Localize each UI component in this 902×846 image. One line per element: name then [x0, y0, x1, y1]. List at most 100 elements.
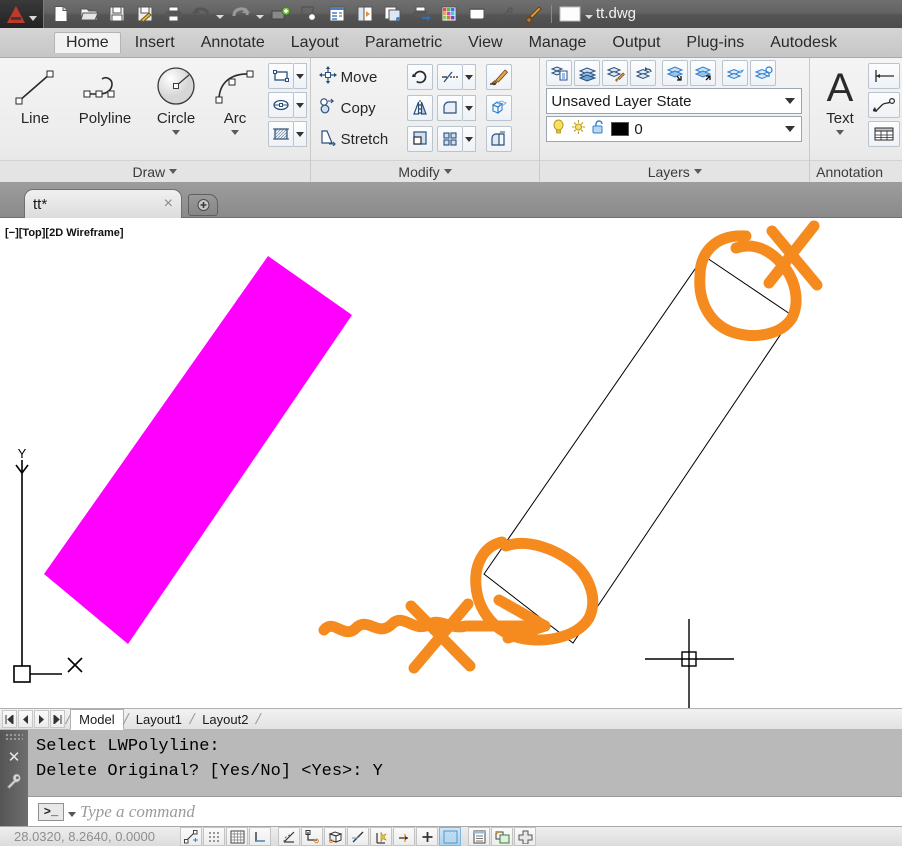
draw-line-button[interactable]: Line — [4, 61, 66, 127]
layout-nav-last[interactable] — [50, 710, 65, 728]
draw-circle-button[interactable]: Circle — [144, 61, 208, 135]
draw-rectangle-button[interactable] — [268, 63, 294, 89]
dimension-icon[interactable] — [868, 63, 900, 89]
draw-hatch-button[interactable] — [268, 121, 294, 147]
ortho-mode-icon[interactable] — [249, 827, 271, 846]
tab-home[interactable]: Home — [54, 32, 121, 53]
layout-nav-next[interactable] — [34, 710, 49, 728]
tab-insert[interactable]: Insert — [123, 33, 187, 53]
draw-circle-dropdown-icon[interactable] — [172, 130, 180, 135]
sheetset-manager-icon[interactable] — [380, 2, 406, 26]
3d-object-snap-icon[interactable] — [324, 827, 346, 846]
current-layer-combobox[interactable]: 0 — [546, 116, 803, 142]
tab-manage[interactable]: Manage — [517, 33, 599, 53]
command-input-row[interactable]: >_ Type a command — [28, 796, 902, 826]
plot-preview-icon[interactable] — [408, 2, 434, 26]
render-icon[interactable] — [436, 2, 462, 26]
layer-on-bulb-icon[interactable] — [551, 119, 566, 139]
modify-move-label[interactable]: Move — [341, 69, 403, 86]
panel-draw-title[interactable]: Draw — [0, 160, 310, 182]
modify-trim-button[interactable] — [436, 64, 463, 90]
draw-rectangle-dropdown[interactable] — [294, 63, 307, 89]
layer-state-combobox[interactable]: Unsaved Layer State — [546, 88, 803, 114]
zoom-window-icon[interactable] — [296, 2, 322, 26]
layer-unlock-icon[interactable] — [591, 119, 606, 139]
layout-nav-first[interactable] — [2, 710, 17, 728]
designcenter-icon[interactable] — [352, 2, 378, 26]
modify-fillet-dropdown[interactable] — [462, 95, 476, 121]
chevron-down-icon[interactable] — [28, 15, 37, 21]
command-input[interactable]: Type a command — [80, 802, 195, 822]
modify-scale-button[interactable] — [406, 126, 433, 152]
modify-fillet-button[interactable] — [436, 95, 463, 121]
object-snap-icon[interactable] — [301, 827, 323, 846]
layer-color-swatch-icon[interactable] — [557, 2, 583, 26]
annotation-monitor-icon[interactable] — [514, 827, 536, 846]
tab-plugins[interactable]: Plug-ins — [674, 33, 756, 53]
snap-mode-icon[interactable] — [203, 827, 225, 846]
selection-cycling-icon[interactable] — [491, 827, 513, 846]
magenta-polyline-solid[interactable] — [44, 256, 352, 644]
save-icon[interactable] — [104, 2, 130, 26]
dynamic-input-icon[interactable] — [393, 827, 415, 846]
layout-tab-layout1[interactable]: Layout1 — [128, 710, 190, 729]
layout-nav-prev[interactable] — [18, 710, 33, 728]
command-prompt-chevron-icon[interactable] — [68, 812, 76, 817]
dynamic-ucs-icon[interactable] — [370, 827, 392, 846]
layout-tab-layout2[interactable]: Layout2 — [194, 710, 256, 729]
draw-arc-dropdown-icon[interactable] — [231, 130, 239, 135]
qat-overflow-chevron-icon[interactable] — [585, 15, 593, 19]
panel-draw-expand-icon[interactable] — [169, 169, 178, 174]
layout-tab-model[interactable]: Model — [70, 708, 124, 730]
cmd-customize-icon[interactable] — [6, 773, 23, 794]
layer-isolate-icon[interactable] — [750, 60, 777, 86]
layer-color-swatch[interactable] — [611, 122, 630, 136]
tab-parametric[interactable]: Parametric — [353, 33, 454, 53]
tab-autodesk[interactable]: Autodesk — [758, 33, 849, 53]
layer-manager-icon[interactable] — [574, 60, 601, 86]
app-menu-button[interactable] — [0, 0, 44, 28]
layer-freeze-icon[interactable] — [722, 60, 749, 86]
layer-paint-icon[interactable] — [520, 2, 546, 26]
redo-dropdown-icon[interactable] — [256, 15, 264, 19]
draw-ellipse-dropdown[interactable] — [294, 92, 307, 118]
modify-trim-dropdown[interactable] — [462, 64, 476, 90]
tab-view[interactable]: View — [456, 33, 514, 53]
leader-icon[interactable] — [868, 92, 900, 118]
draw-polyline-button[interactable]: Polyline — [66, 61, 144, 127]
redo-icon[interactable] — [228, 2, 254, 26]
modify-mirror-button[interactable] — [406, 95, 433, 121]
transparency-icon[interactable] — [439, 827, 461, 846]
grid-display-icon[interactable] — [226, 827, 248, 846]
open-folder-icon[interactable] — [76, 2, 102, 26]
modify-copy-label[interactable]: Copy — [341, 100, 403, 117]
plot-icon[interactable] — [160, 2, 186, 26]
lineweight-icon[interactable] — [416, 827, 438, 846]
layer-thaw-sun-icon[interactable] — [571, 119, 586, 139]
command-prompt-icon[interactable]: >_ — [38, 802, 64, 821]
annotation-text-button[interactable]: A Text — [816, 61, 864, 135]
draw-hatch-dropdown[interactable] — [294, 121, 307, 147]
tab-annotate[interactable]: Annotate — [189, 33, 277, 53]
current-layer-chevron-icon[interactable] — [785, 126, 796, 132]
layer-set-icon[interactable] — [690, 60, 717, 86]
clean-screen-icon[interactable] — [464, 2, 490, 26]
drawing-canvas[interactable]: [−][Top][2D Wireframe] Y — [0, 218, 902, 708]
close-icon[interactable]: × — [164, 195, 173, 213]
panel-modify-title[interactable]: Modify — [310, 160, 540, 182]
panel-annotation-title[interactable]: Annotation — [810, 160, 902, 182]
save-as-icon[interactable] — [132, 2, 158, 26]
panel-layers-expand-icon[interactable] — [693, 169, 702, 174]
match-properties-icon[interactable] — [492, 2, 518, 26]
table-icon[interactable] — [868, 121, 900, 147]
layer-properties-icon[interactable] — [546, 60, 573, 86]
new-file-tab-button[interactable] — [188, 194, 218, 216]
undo-icon[interactable] — [188, 2, 214, 26]
panel-layers-title[interactable]: Layers — [540, 160, 810, 182]
layer-state-chevron-icon[interactable] — [785, 98, 796, 104]
command-drag-grip[interactable] — [5, 733, 23, 741]
layer-make-current-icon[interactable] — [662, 60, 689, 86]
polar-tracking-icon[interactable] — [278, 827, 300, 846]
layer-match-icon[interactable] — [602, 60, 629, 86]
layer-previous-icon[interactable] — [630, 60, 657, 86]
